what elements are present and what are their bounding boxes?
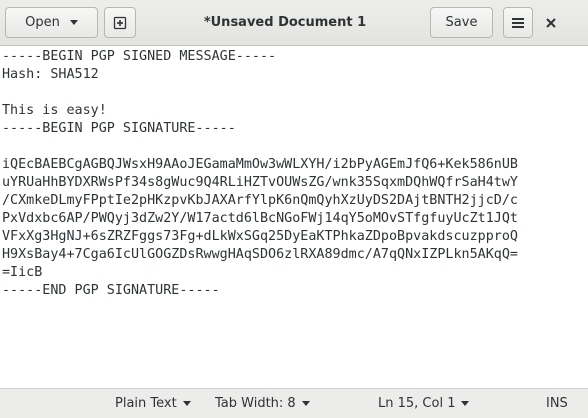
close-icon bbox=[546, 18, 556, 28]
text-line: =IicB bbox=[2, 265, 43, 280]
open-button-label: Open bbox=[25, 15, 60, 30]
chevron-down-icon bbox=[301, 401, 310, 406]
tab-width-selector[interactable]: Tab Width: 8 bbox=[215, 396, 310, 411]
tab-width-label: Tab Width: 8 bbox=[215, 396, 296, 411]
text-line bbox=[2, 138, 518, 156]
language-selector[interactable]: Plain Text bbox=[115, 396, 191, 411]
language-label: Plain Text bbox=[115, 396, 177, 411]
save-button-label: Save bbox=[445, 15, 478, 30]
text-line: uYRUaHhBYDXRWsPf34s8gWuc9Q4RLiHZTvOUWsZG… bbox=[2, 175, 518, 190]
insert-mode-indicator: INS bbox=[546, 396, 568, 411]
text-line: H9XsBay4+7Cga6IcUlGOGZDsRwwgHAqSDO6zlRXA… bbox=[2, 247, 518, 262]
text-line: Hash: SHA512 bbox=[2, 67, 99, 82]
text-line: VFxXg3HgNJ+6sZRZFggs73Fg+dLkWxSGq25DyEaK… bbox=[2, 229, 518, 244]
text-line: /CXmkeDLmyFPptIe2pHKzpvKbJAXArfYlpK6nQmQ… bbox=[2, 193, 518, 208]
text-line: PxVdxbc6AP/PWQyj3dZw2Y/W17actd6lBcNGoFWj… bbox=[2, 211, 518, 226]
text-line: This is easy! bbox=[2, 103, 107, 118]
hamburger-menu-icon bbox=[512, 17, 524, 28]
text-line: -----BEGIN PGP SIGNED MESSAGE----- bbox=[2, 49, 277, 64]
chevron-down-icon bbox=[69, 20, 78, 25]
header-bar: Open *Unsaved Document 1 Save bbox=[0, 0, 588, 46]
window-title: *Unsaved Document 1 bbox=[203, 15, 367, 30]
editor-text: -----BEGIN PGP SIGNED MESSAGE----- Hash:… bbox=[2, 48, 518, 300]
save-button[interactable]: Save bbox=[430, 7, 493, 38]
new-document-icon bbox=[113, 16, 127, 29]
cursor-position[interactable]: Ln 15, Col 1 bbox=[378, 396, 470, 411]
text-line: iQEcBAEBCgAGBQJWsxH9AAoJEGamaMmOw3wWLXYH… bbox=[2, 157, 518, 172]
text-editor[interactable]: -----BEGIN PGP SIGNED MESSAGE----- Hash:… bbox=[0, 47, 588, 389]
menu-button[interactable] bbox=[503, 7, 533, 38]
new-document-button[interactable] bbox=[104, 7, 136, 38]
cursor-position-label: Ln 15, Col 1 bbox=[378, 396, 456, 411]
chevron-down-icon bbox=[182, 401, 191, 406]
chevron-down-icon bbox=[461, 401, 470, 406]
close-window-button[interactable] bbox=[542, 14, 560, 32]
text-line: -----END PGP SIGNATURE----- bbox=[2, 283, 220, 298]
text-line: -----BEGIN PGP SIGNATURE----- bbox=[2, 121, 236, 136]
open-button[interactable]: Open bbox=[5, 7, 98, 38]
status-bar: Plain Text Tab Width: 8 Ln 15, Col 1 INS bbox=[0, 388, 588, 418]
text-line bbox=[2, 84, 518, 102]
